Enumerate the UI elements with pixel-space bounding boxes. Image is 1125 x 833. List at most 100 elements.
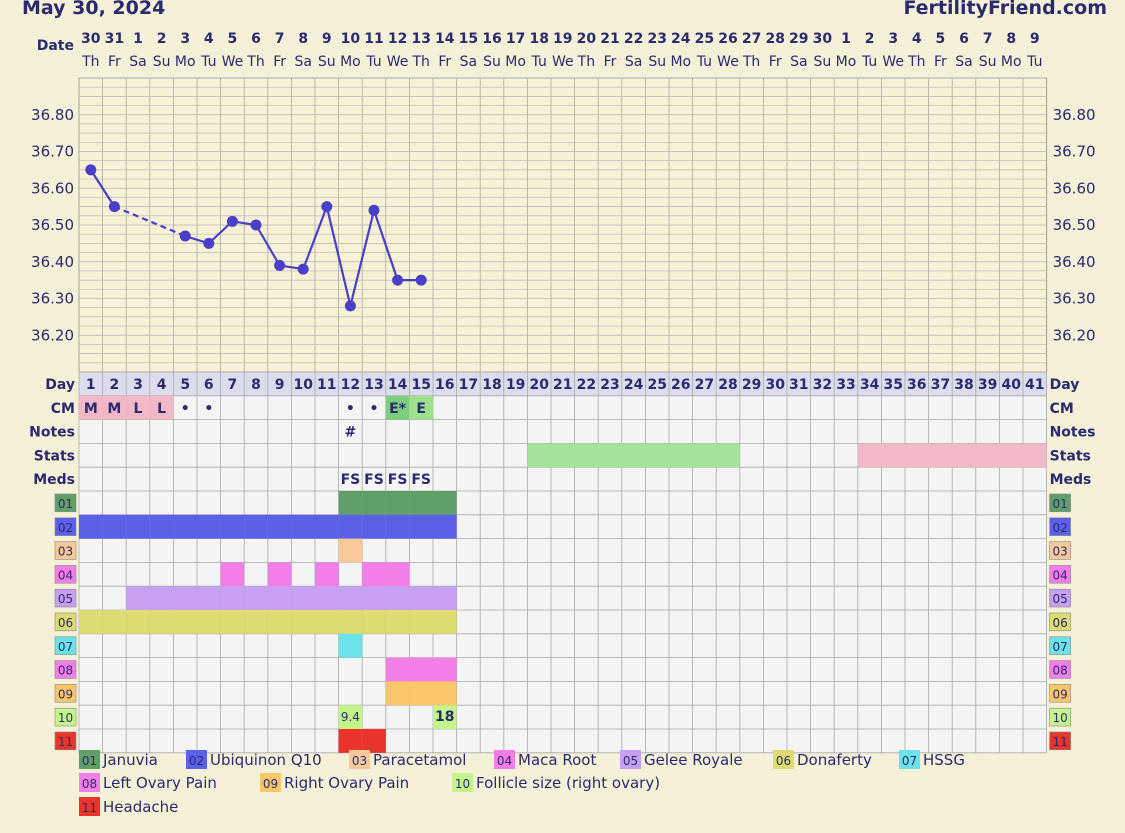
- date-tick: 7: [275, 31, 285, 47]
- weekday-tick: Tu: [200, 54, 216, 70]
- row-bg: [79, 538, 1047, 563]
- date-tick: 2: [865, 31, 875, 47]
- cycle-day-tick: 15: [411, 377, 430, 393]
- med-cell-02: [173, 514, 197, 539]
- med-code-left: 03: [58, 545, 73, 559]
- med-cell-01: [338, 491, 363, 515]
- weekday-tick: Th: [246, 54, 264, 70]
- weekday-tick: Fr: [438, 54, 451, 70]
- temp-point: [344, 300, 356, 312]
- temp-point: [203, 237, 215, 249]
- date-tick: 31: [105, 31, 124, 47]
- cycle-day-tick: 7: [228, 377, 238, 393]
- legend-label-11: Headache: [103, 798, 178, 816]
- med-cell-02: [315, 514, 339, 539]
- weekday-tick: Fr: [604, 54, 617, 70]
- med-cell-09: [385, 681, 410, 706]
- y-tick-right: 36.80: [1053, 106, 1096, 124]
- med-code-right: 10: [1052, 711, 1067, 725]
- legend-code-10: 10: [455, 777, 470, 791]
- row-label-right-day: Day: [1050, 377, 1080, 393]
- cycle-day-tick: 30: [765, 377, 785, 393]
- date-tick: 5: [228, 31, 238, 47]
- date-tick: 8: [1006, 31, 1016, 47]
- y-tick-right: 36.40: [1053, 253, 1096, 271]
- cycle-day-tick: 18: [482, 377, 501, 393]
- med-code-right: 07: [1052, 640, 1067, 654]
- y-tick-left: 36.60: [31, 179, 74, 197]
- weekday-tick: Mo: [670, 54, 691, 70]
- stats-band: [527, 443, 740, 468]
- legend-label-10: Follicle size (right ovary): [476, 774, 660, 792]
- row-bg: [79, 633, 1047, 658]
- date-tick: 21: [600, 31, 619, 47]
- y-tick-right: 36.20: [1053, 326, 1096, 344]
- med-code-left: 04: [58, 568, 73, 582]
- med-cell-02: [244, 514, 268, 539]
- date-tick: 15: [459, 31, 478, 47]
- date-tick: 13: [411, 31, 430, 47]
- legend-label-09: Right Ovary Pain: [284, 774, 409, 792]
- med-cell-06: [244, 610, 268, 634]
- weekday-tick: Sa: [790, 54, 807, 70]
- cycle-day-tick: 9: [275, 377, 285, 393]
- cm-mark: M: [84, 401, 98, 417]
- med-code-left: 07: [58, 640, 73, 654]
- date-tick: 18: [529, 31, 548, 47]
- date-tick: 9: [322, 31, 332, 47]
- note-mark: #: [345, 425, 357, 441]
- med-cell-05: [338, 586, 363, 610]
- med-cell-01: [385, 491, 410, 515]
- date-tick: 8: [298, 31, 308, 47]
- med-cell-11: [338, 729, 363, 753]
- med-cell-06: [385, 610, 410, 634]
- med-cell-02: [291, 514, 315, 539]
- cycle-day-tick: 11: [317, 377, 336, 393]
- row-label-right-cm: CM: [1050, 401, 1074, 417]
- legend-label-01: Januvia: [102, 751, 158, 769]
- row-bg: [79, 657, 1047, 682]
- date-tick: 26: [718, 31, 737, 47]
- med-cell-05: [409, 586, 433, 610]
- weekday-tick: Th: [577, 54, 595, 70]
- cycle-day-tick: 32: [813, 377, 832, 393]
- weekday-tick: Mo: [340, 54, 361, 70]
- cycle-day-tick: 27: [695, 377, 714, 393]
- date-tick: 9: [1030, 31, 1040, 47]
- date-tick: 20: [577, 31, 597, 47]
- date-tick: 23: [647, 31, 666, 47]
- legend-code-05: 05: [623, 754, 638, 768]
- med-code-left: 11: [58, 735, 73, 749]
- med-cell-06: [173, 610, 197, 634]
- med-cell-06: [126, 610, 150, 634]
- med-cell-02: [338, 514, 363, 539]
- date-tick: 29: [789, 31, 808, 47]
- cycle-day-tick: 14: [388, 377, 408, 393]
- weekday-tick: Fr: [769, 54, 782, 70]
- cm-mark: •: [346, 401, 355, 417]
- row-bg: [79, 419, 1047, 444]
- weekday-tick: Fr: [108, 54, 121, 70]
- med-cell-06: [338, 610, 363, 634]
- date-tick: 16: [482, 31, 501, 47]
- med-value-label: 9.4: [341, 710, 360, 724]
- cm-mark: L: [157, 401, 166, 417]
- med-code-left: 09: [58, 687, 73, 701]
- cycle-day-tick: 31: [789, 377, 808, 393]
- legend-code-06: 06: [776, 754, 791, 768]
- weekday-tick: Su: [153, 54, 171, 70]
- med-cell-05: [220, 586, 245, 610]
- med-cell-06: [149, 610, 174, 634]
- temp-point: [250, 219, 262, 231]
- y-tick-left: 36.70: [31, 143, 74, 161]
- date-tick: 30: [813, 31, 833, 47]
- row-bg: [79, 729, 1047, 753]
- weekday-tick: Th: [411, 54, 429, 70]
- meds-mark: FS: [411, 472, 431, 488]
- cycle-day-tick: 2: [110, 377, 120, 393]
- date-tick: 22: [624, 31, 643, 47]
- legend-code-01: 01: [82, 754, 97, 768]
- legend-label-03: Paracetamol: [373, 751, 466, 769]
- row-label-stats: Stats: [34, 448, 75, 464]
- med-cell-03: [338, 538, 363, 563]
